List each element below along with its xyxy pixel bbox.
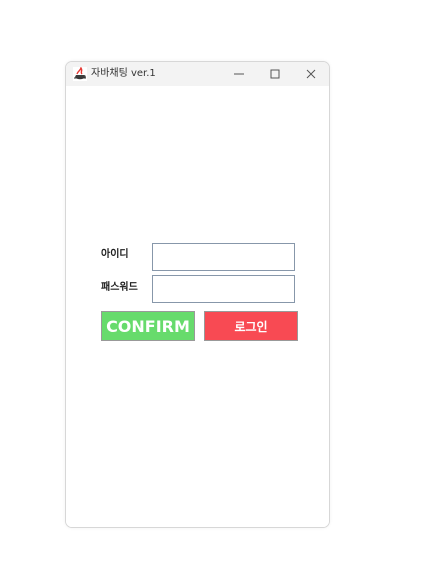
close-button[interactable] — [293, 62, 329, 86]
window-titlebar[interactable]: 자바채팅 ver.1 — [66, 62, 329, 86]
login-form-panel: 아이디 패스워드 CONFIRM 로그인 — [66, 86, 329, 527]
java-coffee-icon — [73, 67, 87, 81]
desktop: 자바채팅 ver.1 아이디 패스워드 CONFIRM 로그인 — [0, 0, 437, 571]
id-input[interactable] — [152, 243, 295, 271]
login-button[interactable]: 로그인 — [204, 311, 298, 341]
minimize-button[interactable] — [221, 62, 257, 86]
close-icon — [306, 69, 316, 79]
window-title: 자바채팅 ver.1 — [91, 68, 156, 79]
login-window: 자바채팅 ver.1 아이디 패스워드 CONFIRM 로그인 — [65, 61, 330, 528]
minimize-icon — [234, 73, 244, 75]
id-label: 아이디 — [101, 249, 129, 260]
maximize-button[interactable] — [257, 62, 293, 86]
password-input[interactable] — [152, 275, 295, 303]
password-label: 패스워드 — [101, 282, 138, 293]
confirm-button[interactable]: CONFIRM — [101, 311, 195, 341]
maximize-icon — [270, 69, 280, 79]
